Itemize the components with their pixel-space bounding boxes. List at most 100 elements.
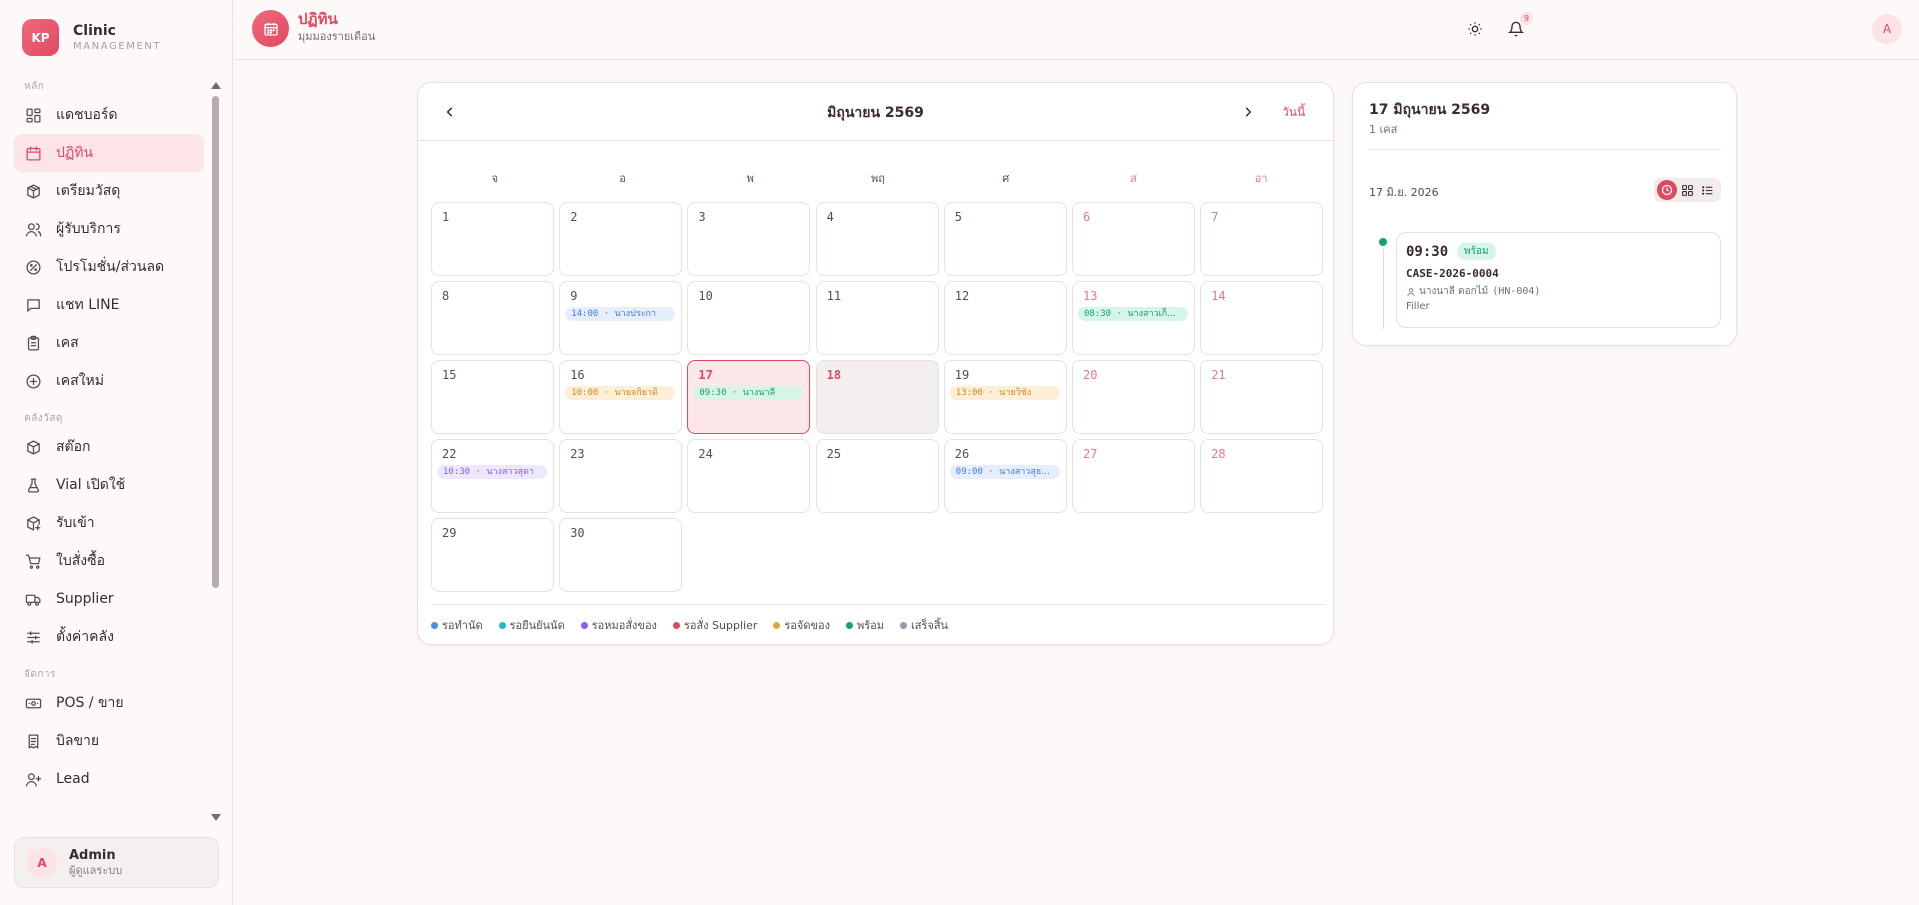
header-avatar[interactable]: A (1872, 14, 1902, 44)
calendar-day-cell[interactable]: 21 (1200, 360, 1324, 434)
calendar-day-cell[interactable]: 27 (1072, 439, 1195, 513)
next-month-button[interactable] (1238, 102, 1258, 122)
calendar-day-cell[interactable]: 20 (1072, 360, 1195, 434)
sidebar-item-clipboard[interactable]: เคส (14, 324, 204, 362)
event-chip[interactable]: 13:00 · นายวิชัง (949, 386, 1060, 400)
calendar-day-cell[interactable]: 8 (431, 281, 554, 355)
weekday-header: จ อ พ พฤ ศ ส อา (431, 169, 1325, 187)
sidebar-item-calendar[interactable]: ปฏิทิน (14, 134, 204, 172)
calendar-day-cell[interactable]: 26 09:00 · นางสาวสุธ... (943, 439, 1067, 513)
sidebar-item-user-plus[interactable]: Lead (14, 760, 204, 798)
panel-divider (1369, 149, 1721, 150)
event-time: 09:00 (955, 467, 983, 477)
calendar-day-cell[interactable]: 11 (815, 281, 939, 355)
legend-item: รอหมอสั่งของ (580, 616, 657, 634)
calendar-day-cell[interactable]: 7 (1200, 202, 1324, 276)
sidebar-item-sliders[interactable]: ตั้งค่าคลัง (14, 618, 204, 656)
legend-item: เสร็จสิ้น (900, 616, 948, 634)
calendar-day-cell[interactable]: 19 13:00 · นายวิชัง (943, 360, 1067, 434)
sidebar-item-chat[interactable]: แชท LINE (14, 286, 204, 324)
legend-label: พร้อม (856, 619, 884, 632)
sidebar-item-label: บิลขาย (56, 733, 100, 749)
notifications-button[interactable]: 9 (1503, 12, 1533, 42)
brand-logo: KP (22, 19, 59, 56)
brand[interactable]: KP Clinic MANAGEMENT (22, 19, 161, 56)
sidebar-item-cart[interactable]: ใบสั่งซื้อ (14, 542, 204, 580)
calendar-day-cell[interactable]: 24 (687, 439, 811, 513)
calendar-day-cell[interactable]: 28 (1200, 439, 1324, 513)
event-chip[interactable]: 14:00 · นางประกา (565, 307, 676, 321)
event-time: 09:30 (699, 388, 727, 398)
calendar-day-cell[interactable]: 13 08:30 · นางสาวเก็... (1072, 281, 1195, 355)
package-in-icon (24, 514, 42, 532)
sidebar-item-users[interactable]: ผู้รับบริการ (14, 210, 204, 248)
sidebar-item-flask[interactable]: Vial เปิดใช้ (14, 466, 204, 504)
event-chip[interactable]: 10:00 · นายจกิยาดิ (565, 386, 676, 400)
calendar-day-cell[interactable]: 2 (559, 202, 683, 276)
calendar-day-cell[interactable]: 10 (687, 281, 811, 355)
calendar-day-cell[interactable]: 6 (1072, 202, 1195, 276)
event-chip[interactable]: 08:30 · นางสาวเก็... (1078, 307, 1188, 321)
sidebar-item-percent[interactable]: โปรโมชั่น/ส่วนลด (14, 248, 204, 286)
calendar-day-cell[interactable]: 1 (431, 202, 554, 276)
legend-divider (431, 604, 1325, 605)
scroll-down-arrow-icon[interactable] (211, 814, 221, 821)
sidebar-scrollbar[interactable] (211, 82, 221, 821)
grid-view-button[interactable] (1677, 180, 1697, 200)
timeline-view-button[interactable] (1657, 180, 1677, 200)
calendar-day-cell[interactable]: 18 (815, 360, 939, 434)
calendar-day-cell[interactable]: 5 (943, 202, 1067, 276)
user-card[interactable]: A Admin ผู้ดูแลระบบ (14, 837, 219, 888)
calendar-day-cell[interactable]: 15 (431, 360, 554, 434)
event-chip[interactable]: 09:00 · นางสาวสุธ... (949, 465, 1060, 479)
day-number: 30 (570, 526, 585, 540)
calendar-day-cell[interactable]: 3 (687, 202, 811, 276)
calendar-day-cell[interactable]: 23 (559, 439, 683, 513)
weekday-label: ส (1130, 172, 1137, 185)
sidebar-item-package-in[interactable]: รับเข้า (14, 504, 204, 542)
event-separator: · (1111, 309, 1128, 319)
calendar-day-cell[interactable]: 14 (1200, 281, 1324, 355)
legend-dot (845, 621, 853, 629)
sidebar-item-box[interactable]: สต๊อก (14, 428, 204, 466)
brand-subtitle: MANAGEMENT (73, 40, 162, 52)
calendar-day-cell[interactable]: 4 (815, 202, 939, 276)
sidebar-item-package[interactable]: เตรียมวัสดุ (14, 172, 204, 210)
calendar-day-cell[interactable]: 9 14:00 · นางประกา (559, 281, 683, 355)
list-view-button[interactable] (1697, 180, 1717, 200)
sidebar-item-cash[interactable]: POS / ขาย (14, 684, 204, 722)
event-chip[interactable]: 09:30 · นางนาลี (693, 386, 804, 400)
day-number: 19 (954, 368, 970, 382)
flask-icon (24, 476, 42, 494)
calendar-day-cell[interactable]: 25 (815, 439, 939, 513)
calendar-day-cell[interactable]: 12 (943, 281, 1067, 355)
sidebar-item-truck[interactable]: Supplier (14, 580, 204, 618)
sidebar-item-receipt[interactable]: บิลขาย (14, 722, 204, 760)
today-button[interactable]: วันนี้ (1282, 103, 1305, 122)
day-number: 11 (826, 289, 842, 303)
timeline-status-dot (1379, 238, 1387, 246)
calendar-day-cell[interactable]: 17 09:30 · นางนาลี (687, 360, 811, 434)
theme-toggle-button[interactable] (1462, 16, 1488, 42)
event-chip[interactable]: 10:30 · นางสาวสุดา (437, 465, 547, 479)
day-number: 29 (442, 526, 457, 540)
nav-section-title: หลัก (24, 81, 45, 92)
sun-icon (1468, 22, 1482, 36)
chevron-right-icon (1245, 107, 1252, 117)
scrollbar-thumb[interactable] (212, 96, 219, 588)
calendar-day-cell[interactable]: 16 10:00 · นายจกิยาดิ (559, 360, 683, 434)
legend-label: รอทำนัด (442, 619, 483, 632)
brand-name: Clinic (73, 22, 116, 39)
sidebar-item-label: Supplier (56, 591, 114, 607)
weekday-label: พฤ (871, 172, 885, 185)
calendar-day-cell[interactable]: 22 10:30 · นางสาวสุดา (431, 439, 554, 513)
calendar-day-cell[interactable]: 30 (559, 518, 683, 592)
event-separator: · (470, 467, 487, 477)
calendar-day-cell[interactable]: 29 (431, 518, 554, 592)
day-number: 27 (1083, 447, 1098, 461)
appointment-card[interactable]: 09:30 พร้อม CASE-2026-0004 นางนาลี ดอกไม… (1396, 232, 1721, 328)
scroll-up-arrow-icon[interactable] (211, 82, 221, 89)
sidebar-item-dashboard[interactable]: แดชบอร์ด (14, 96, 204, 134)
sidebar-item-plus-circle[interactable]: เคสใหม่ (14, 362, 204, 400)
